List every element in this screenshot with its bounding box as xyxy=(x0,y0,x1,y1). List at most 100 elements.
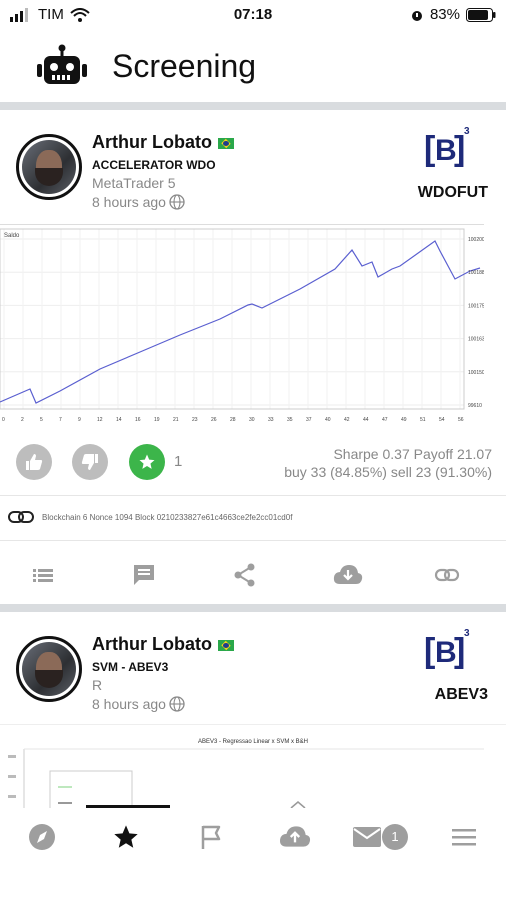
x-tick-label: 56 xyxy=(458,417,464,423)
nav-explore[interactable] xyxy=(25,820,59,854)
strategy-card[interactable]: Arthur Lobato ACCELERATOR WDO MetaTrader… xyxy=(0,110,506,600)
y-tick-label: 100163 xyxy=(468,337,484,343)
x-tick-label: 40 xyxy=(325,417,331,423)
strategy-name: SVM - ABEV3 xyxy=(92,660,169,674)
messages-badge: 1 xyxy=(382,824,408,850)
chart-background xyxy=(0,225,484,430)
x-tick-label: 42 xyxy=(344,417,350,423)
x-tick-label: 7 xyxy=(59,417,62,423)
comment-icon[interactable] xyxy=(131,562,157,588)
platform-label: MetaTrader 5 xyxy=(92,175,176,191)
x-tick-label: 35 xyxy=(287,417,293,423)
compass-icon xyxy=(29,824,55,850)
card-actions: 1 Sharpe 0.37 Payoff 21.07 buy 33 (84.85… xyxy=(0,440,506,484)
cloud-upload-icon xyxy=(279,826,311,847)
cloud-download-icon[interactable] xyxy=(332,562,364,588)
app-header: Screening xyxy=(0,30,506,102)
nav-menu[interactable] xyxy=(447,820,481,854)
status-bar: TIM 07:18 83% xyxy=(0,0,506,30)
x-tick-label: 44 xyxy=(363,417,369,423)
nav-messages[interactable] xyxy=(350,820,384,854)
x-tick-label: 14 xyxy=(116,417,122,423)
balance-chart[interactable]: Saldo 0 2 5 7 9 12 14 16 19 21 23 26 28 30 33 35 37 40 42 4… xyxy=(0,224,484,430)
b3-logo: [ B ] 3 xyxy=(424,628,474,674)
brazil-flag-icon xyxy=(217,639,234,651)
favorite-button[interactable] xyxy=(129,444,165,480)
time-ago: 8 hours ago xyxy=(92,194,185,210)
b3-bracket-left: [ xyxy=(424,632,436,670)
strategy-card[interactable]: Arthur Lobato SVM - ABEV3 R 8 hours ago … xyxy=(0,612,506,724)
nav-flags[interactable] xyxy=(194,820,228,854)
x-tick-label: 5 xyxy=(40,417,43,423)
preview-chart-frame xyxy=(8,748,484,809)
nav-favorites[interactable] xyxy=(109,820,143,854)
x-tick-label: 9 xyxy=(78,417,81,423)
y-tick-label: 100175 xyxy=(468,303,484,309)
blockchain-info[interactable]: Blockchain 6 Nonce 1094 Block 0210233827… xyxy=(8,510,292,524)
flag-icon xyxy=(201,825,221,849)
chart-preview[interactable]: ABEV3 - Regressao Linear x SVM x B&H xyxy=(0,724,506,809)
thumbs-up-icon xyxy=(26,454,43,470)
x-tick-label: 19 xyxy=(154,417,160,423)
x-tick-label: 51 xyxy=(420,417,426,423)
time-ago-text: 8 hours ago xyxy=(92,194,166,210)
x-tick-label: 47 xyxy=(382,417,388,423)
x-tick-label: 28 xyxy=(230,417,236,423)
stats-sharpe-payoff: Sharpe 0.37 Payoff 21.07 xyxy=(333,446,492,462)
author-name[interactable]: Arthur Lobato xyxy=(92,634,234,655)
share-icon[interactable] xyxy=(232,562,258,588)
nav-upload[interactable] xyxy=(278,820,312,854)
separator xyxy=(0,540,506,541)
star-icon xyxy=(114,825,138,848)
robot-icon xyxy=(37,44,87,84)
x-tick-label: 37 xyxy=(306,417,312,423)
link-icon[interactable] xyxy=(434,562,460,588)
battery-icon xyxy=(466,7,496,22)
x-tick-label: 23 xyxy=(192,417,198,423)
star-icon xyxy=(139,454,155,469)
b3-bracket-right: ] xyxy=(454,130,466,168)
chart-label: Saldo xyxy=(4,233,20,239)
blockchain-text: Blockchain 6 Nonce 1094 Block 0210233827… xyxy=(42,512,293,522)
strategy-stats: Sharpe 0.37 Payoff 21.07 buy 33 (84.85%)… xyxy=(284,445,492,481)
b3-superscript: 3 xyxy=(464,126,470,137)
x-tick-label: 30 xyxy=(249,417,255,423)
bottom-navigation xyxy=(0,808,506,868)
x-tick-label: 12 xyxy=(97,417,103,423)
separator xyxy=(0,495,506,496)
b3-bracket-right: ] xyxy=(454,632,466,670)
section-divider xyxy=(0,102,506,110)
battery-percent: 83% xyxy=(429,6,460,23)
like-button[interactable] xyxy=(16,444,52,480)
author-name-text: Arthur Lobato xyxy=(92,132,212,152)
avatar[interactable] xyxy=(16,134,82,200)
ticker-symbol: ABEV3 xyxy=(434,686,488,703)
stats-buy-sell: buy 33 (84.85%) sell 23 (91.30%) xyxy=(284,464,492,480)
globe-icon xyxy=(169,696,185,712)
globe-icon xyxy=(169,194,185,210)
link-icon xyxy=(8,511,34,523)
list-icon[interactable] xyxy=(30,562,56,588)
author-name[interactable]: Arthur Lobato xyxy=(92,132,234,153)
thumbs-down-icon xyxy=(81,454,98,470)
author-name-text: Arthur Lobato xyxy=(92,634,212,654)
time-ago: 8 hours ago xyxy=(92,696,185,712)
y-tick-label: 100200 xyxy=(468,237,484,243)
y-tick-label: 100150 xyxy=(468,370,484,376)
dislike-button[interactable] xyxy=(72,444,108,480)
brazil-flag-icon xyxy=(217,137,234,149)
mail-icon xyxy=(353,827,381,847)
avatar[interactable] xyxy=(16,636,82,702)
card-toolbar xyxy=(0,556,506,596)
b3-superscript: 3 xyxy=(464,628,470,639)
x-tick-label: 54 xyxy=(439,417,445,423)
x-tick-label: 49 xyxy=(401,417,407,423)
b3-bracket-left: [ xyxy=(424,130,436,168)
time-ago-text: 8 hours ago xyxy=(92,696,166,712)
status-right: 83% xyxy=(410,6,496,23)
favorite-count: 1 xyxy=(174,453,183,470)
y-tick-label: 99610 xyxy=(468,403,482,409)
strategy-name: ACCELERATOR WDO xyxy=(92,158,216,172)
alarm-icon xyxy=(411,10,422,21)
x-tick-label: 21 xyxy=(173,417,179,423)
